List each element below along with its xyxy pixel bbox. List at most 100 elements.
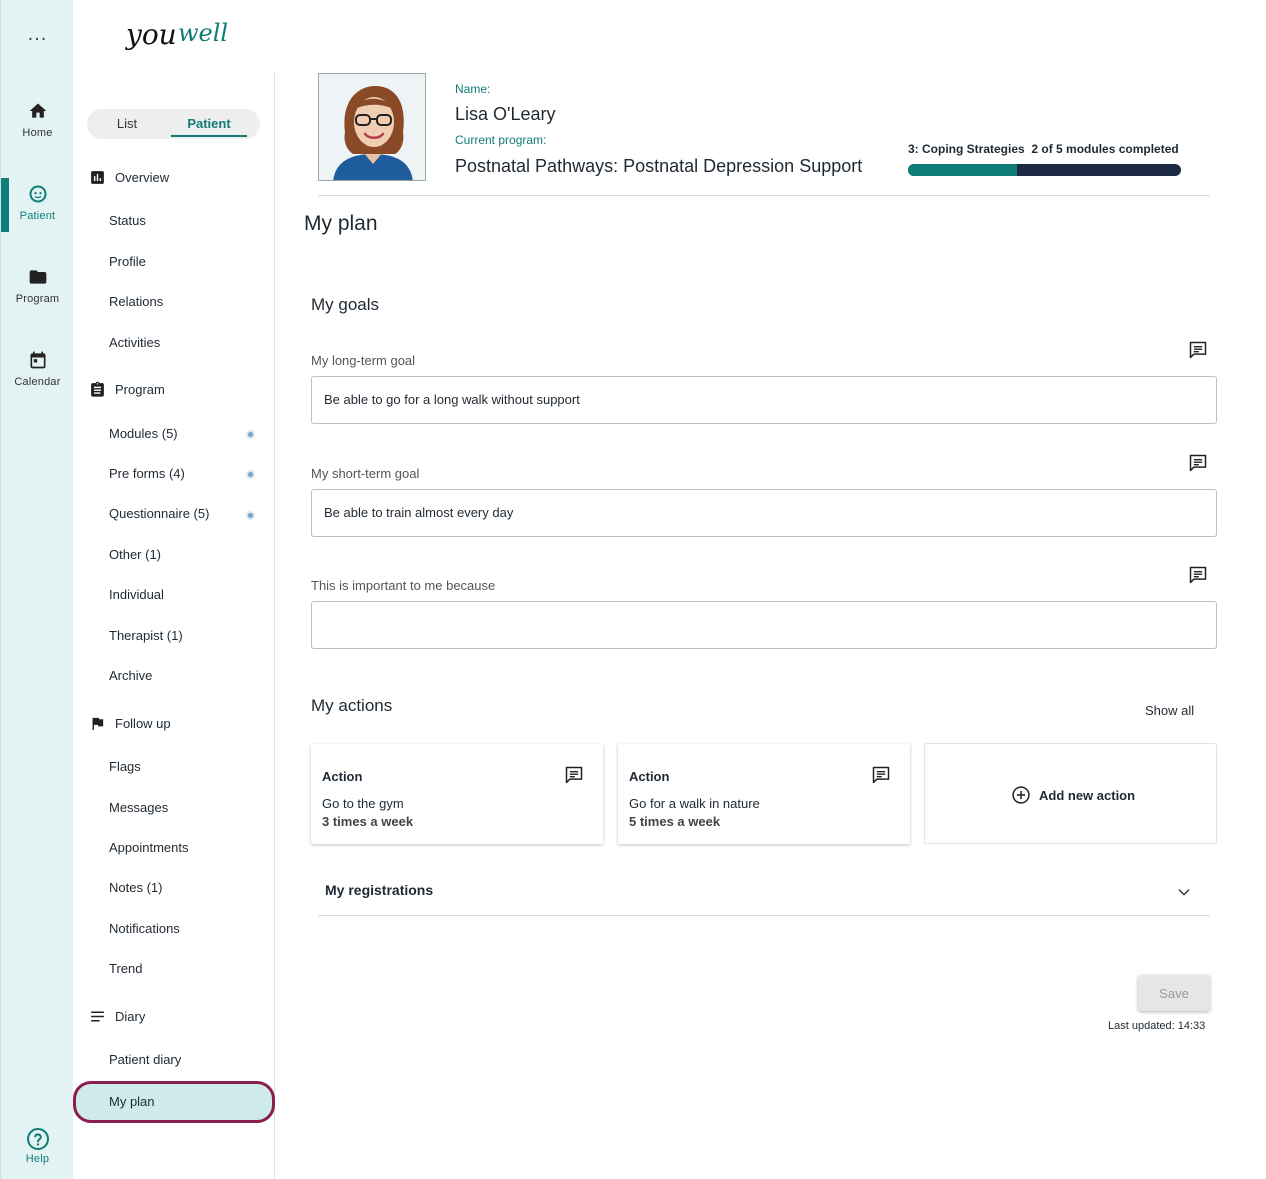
action-card-title: Action — [629, 769, 670, 784]
rail-item-label: Home — [22, 127, 53, 139]
sidebar-item-messages[interactable]: Messages — [109, 798, 168, 818]
section-label: Overview — [115, 169, 170, 185]
sidebar-item-pre-forms[interactable]: Pre forms (4) — [109, 464, 185, 484]
rail-item-label: Help — [25, 1153, 50, 1165]
header-divider — [318, 195, 1210, 196]
sidebar-item-notes[interactable]: Notes (1) — [109, 878, 162, 898]
goals-heading: My goals — [311, 295, 380, 314]
action-card-frequency: 3 times a week — [322, 814, 414, 829]
rail-item-program[interactable]: Program — [1, 267, 74, 323]
long-term-goal-input[interactable]: Be able to go for a long walk without su… — [311, 376, 1217, 424]
module-progress-bar — [908, 164, 1181, 176]
action-card-text: Go for a walk in nature — [629, 796, 760, 811]
section-follow-up[interactable]: Follow up — [89, 712, 171, 734]
name-label: Name: — [455, 82, 491, 96]
modules-completed: 2 of 5 modules completed — [1031, 142, 1179, 156]
view-toggle: List Patient — [87, 109, 260, 139]
home-icon — [29, 103, 46, 118]
action-card-frequency: 5 times a week — [629, 814, 721, 829]
more-menu-icon[interactable]: ... — [1, 24, 74, 44]
short-term-goal-input[interactable]: Be able to train almost every day — [311, 489, 1217, 537]
sidebar-item-notifications[interactable]: Notifications — [109, 919, 180, 939]
chart-icon — [91, 170, 104, 184]
rail-item-help[interactable]: Help — [1, 1127, 74, 1179]
important-because-label: This is important to me because — [311, 578, 496, 593]
registrations-accordion[interactable]: My registrations — [318, 866, 1210, 916]
add-new-action-button[interactable]: Add new action — [924, 743, 1217, 844]
comment-icon[interactable] — [871, 765, 891, 785]
section-label: Program — [115, 381, 165, 397]
nav-rail: ... Home Patient Program Calendar Help — [0, 0, 73, 1179]
toggle-list[interactable]: List — [87, 109, 167, 139]
rail-item-patient[interactable]: Patient — [1, 184, 74, 240]
youwell-logo: you well — [124, 18, 228, 51]
important-because-input[interactable] — [311, 601, 1217, 649]
comment-icon[interactable] — [1188, 453, 1208, 473]
sidebar-item-patient-diary[interactable]: Patient diary — [109, 1050, 181, 1070]
chevron-down-icon — [1178, 889, 1190, 896]
module-progress-label: 3: Coping Strategies 2 of 5 modules comp… — [908, 142, 1179, 156]
lines-icon — [91, 1011, 104, 1021]
comment-icon[interactable] — [1188, 340, 1208, 360]
short-term-goal-label: My short-term goal — [311, 466, 420, 481]
toggle-underline — [171, 135, 247, 137]
calendar-icon — [30, 351, 45, 369]
sidebar-item-therapist[interactable]: Therapist (1) — [109, 626, 183, 646]
sidebar-item-my-plan[interactable]: My plan — [73, 1081, 275, 1123]
sidebar-item-flags[interactable]: Flags — [109, 757, 141, 777]
long-term-goal-label: My long-term goal — [311, 353, 416, 368]
action-card[interactable]: Action Go for a walk in nature 5 times a… — [618, 744, 910, 844]
program-label: Current program: — [455, 133, 547, 147]
action-card-text: Go to the gym — [322, 796, 404, 811]
section-label: Diary — [115, 1008, 146, 1024]
folder-icon — [29, 270, 46, 284]
sidebar-item-appointments[interactable]: Appointments — [109, 838, 189, 858]
sidebar-item-relations[interactable]: Relations — [109, 292, 163, 312]
patient-sidebar: List Patient Overview Status Profile Rel… — [73, 73, 275, 1179]
rail-item-label: Program — [15, 293, 60, 305]
action-card[interactable]: Action Go to the gym 3 times a week — [311, 744, 603, 844]
sidebar-item-status[interactable]: Status — [109, 211, 146, 231]
questionnaire-indicator-dot — [246, 511, 255, 520]
patient-name: Lisa O'Leary — [455, 104, 556, 124]
show-all-link[interactable]: Show all — [1145, 703, 1194, 718]
registrations-title: My registrations — [325, 882, 434, 898]
rail-item-calendar[interactable]: Calendar — [1, 350, 74, 406]
comment-icon[interactable] — [564, 765, 584, 785]
current-program: Postnatal Pathways: Postnatal Depression… — [455, 156, 863, 176]
sidebar-item-trend[interactable]: Trend — [109, 959, 142, 979]
section-label: Follow up — [115, 715, 171, 731]
patient-icon — [29, 185, 46, 203]
svg-text:you: you — [124, 18, 177, 51]
sidebar-item-label: My plan — [109, 1094, 155, 1109]
sidebar-item-archive[interactable]: Archive — [109, 666, 152, 686]
rail-item-label: Patient — [19, 210, 56, 222]
section-program[interactable]: Program — [89, 378, 165, 400]
comment-icon[interactable] — [1188, 565, 1208, 585]
progress-fill — [908, 164, 1018, 176]
add-new-action-label: Add new action — [1039, 787, 1136, 803]
save-button[interactable]: Save — [1138, 975, 1210, 1011]
sidebar-item-modules[interactable]: Modules (5) — [109, 424, 178, 444]
svg-text:well: well — [178, 19, 228, 47]
action-card-title: Action — [322, 769, 363, 784]
last-updated: Last updated: 14:33 — [1108, 1020, 1206, 1032]
sidebar-item-activities[interactable]: Activities — [109, 333, 160, 353]
page-title: My plan — [304, 212, 378, 235]
sidebar-item-profile[interactable]: Profile — [109, 252, 146, 272]
section-diary[interactable]: Diary — [89, 1005, 145, 1027]
patient-avatar — [318, 73, 426, 181]
sidebar-item-questionnaire[interactable]: Questionnaire (5) — [109, 504, 209, 524]
help-icon — [26, 1128, 49, 1150]
sidebar-item-other[interactable]: Other (1) — [109, 545, 161, 565]
flag-icon — [92, 717, 104, 730]
sidebar-item-individual[interactable]: Individual — [109, 585, 164, 605]
actions-heading: My actions — [311, 696, 393, 715]
section-overview[interactable]: Overview — [89, 166, 169, 188]
rail-item-home[interactable]: Home — [1, 101, 74, 157]
modules-indicator-dot — [246, 430, 255, 439]
rail-item-label: Calendar — [14, 376, 61, 388]
current-module: 3: Coping Strategies — [908, 142, 1025, 156]
pre-forms-indicator-dot — [246, 470, 255, 479]
plus-circle-icon — [1012, 786, 1030, 804]
